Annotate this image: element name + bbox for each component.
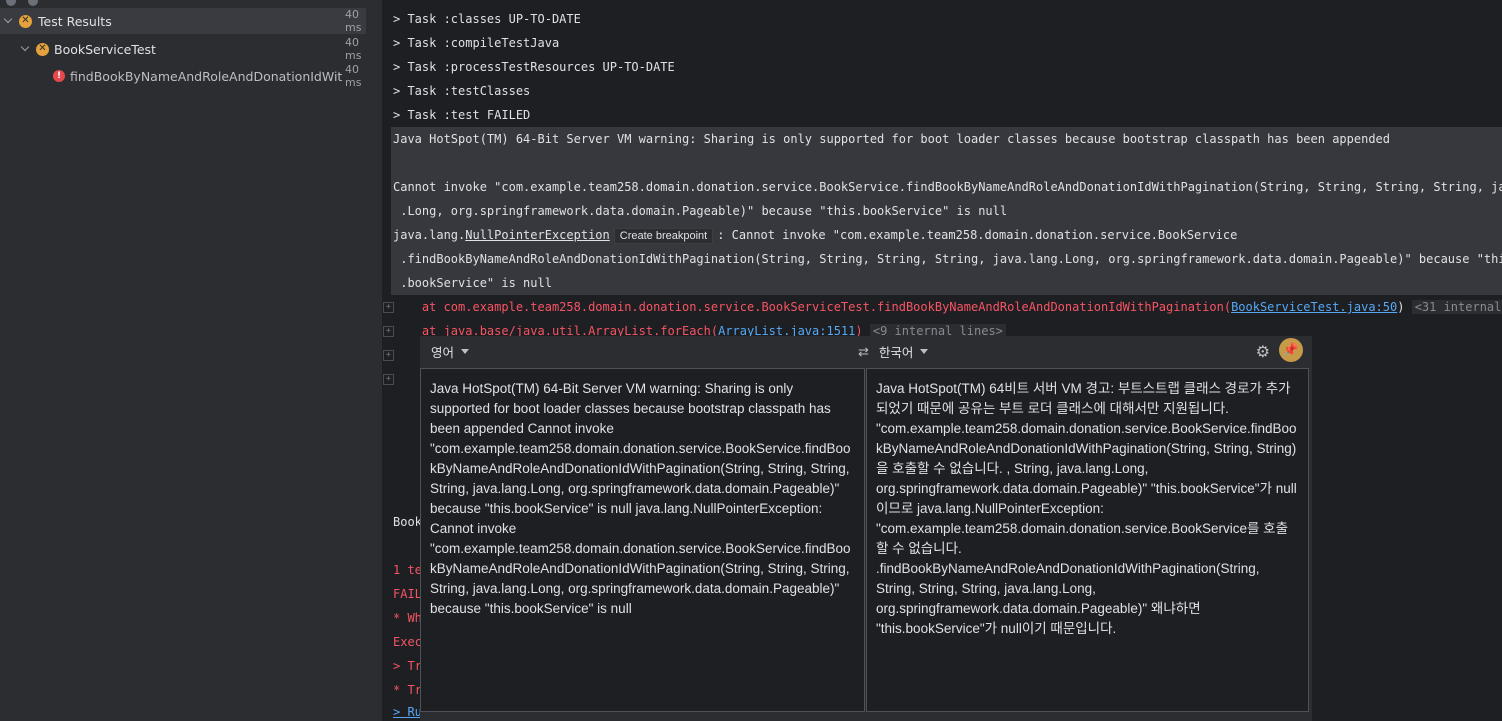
- target-language-label: 한국어: [878, 346, 914, 360]
- toolbar-strip: [0, 0, 382, 6]
- test-duration: 40 ms: [345, 8, 362, 34]
- console-line: 1 te: [393, 563, 422, 577]
- tree-row-test-method[interactable]: ! findBookByNameAndRoleAndDonationIdWith…: [0, 63, 361, 89]
- source-link[interactable]: BookServiceTest.java:50: [1231, 300, 1397, 314]
- console-line: * Tr: [393, 683, 422, 697]
- console-npe-line: java.lang.NullPointerException Create bre…: [393, 223, 1237, 247]
- toolbar-button[interactable]: [6, 0, 16, 6]
- console-line: > Task :classes UP-TO-DATE: [393, 12, 581, 26]
- chevron-down-icon: [461, 349, 470, 354]
- pin-icon[interactable]: 📌: [1279, 338, 1303, 362]
- stack-trace-line: at java.base/java.util.ArrayList.forEach…: [393, 319, 1006, 336]
- chevron-down-icon[interactable]: [3, 16, 13, 26]
- console-line: * Wh: [393, 611, 422, 625]
- tree-row-label: findBookByNameAndRoleAndDonationIdWithPa…: [70, 68, 342, 84]
- internal-lines-fold[interactable]: <31 internal lines: [1411, 300, 1502, 314]
- console-line: Exec: [393, 635, 422, 649]
- console-line: > Task :test FAILED: [393, 108, 531, 122]
- console-line[interactable]: > Ru: [393, 705, 422, 719]
- toolbar-button[interactable]: [28, 0, 38, 6]
- gear-icon[interactable]: ⚙: [1256, 342, 1270, 362]
- error-test-icon: !: [53, 70, 65, 82]
- failed-test-icon: ✕: [36, 42, 49, 56]
- tree-row-label: Test Results: [38, 13, 112, 29]
- swap-languages-icon[interactable]: ⇄: [858, 344, 869, 360]
- stack-frame: at com.example.team258.domain.donation.s…: [393, 300, 1232, 314]
- npe-suffix: : Cannot invoke "com.example.team258.dom…: [717, 228, 1238, 242]
- console-line: > Tr: [393, 659, 422, 673]
- console-line: .Long, org.springframework.data.domain.P…: [393, 204, 1008, 218]
- console-line: .findBookByNameAndRoleAndDonationIdWithP…: [393, 252, 1502, 266]
- stack-frame: at java.base/java.util.ArrayList.forEach…: [393, 324, 719, 336]
- tree-row-test-results[interactable]: ✕ Test Results 40 ms: [0, 8, 366, 34]
- chevron-down-icon[interactable]: [20, 44, 30, 54]
- console-line: > Task :processTestResources UP-TO-DATE: [393, 60, 675, 74]
- fold-toggle-icon[interactable]: +: [383, 374, 394, 385]
- source-link[interactable]: ArrayList.java:1511: [718, 324, 855, 336]
- console-line: .bookService" is null: [393, 276, 552, 290]
- console-line: FAIL: [393, 587, 422, 601]
- console-warning-line: Java HotSpot(TM) 64-Bit Server VM warnin…: [393, 132, 1390, 146]
- translator-popup: 영어 ⇄ 한국어 ⚙ 📌 Java HotSpot(TM) 64-Bit Ser…: [420, 336, 1312, 721]
- console-line: Book: [393, 515, 422, 529]
- source-language-label: 영어: [431, 346, 455, 360]
- create-breakpoint-tooltip[interactable]: Create breakpoint: [613, 228, 714, 244]
- tree-row-bookservicetest[interactable]: ✕ BookServiceTest 40 ms: [0, 36, 361, 62]
- failed-test-icon: ✕: [19, 14, 32, 28]
- translated-text-area[interactable]: Java HotSpot(TM) 64비트 서버 VM 경고: 부트스트랩 클래…: [866, 368, 1309, 712]
- source-text-area[interactable]: Java HotSpot(TM) 64-Bit Server VM warnin…: [420, 368, 865, 712]
- console-line: Cannot invoke "com.example.team258.domai…: [393, 180, 1502, 194]
- source-language-select[interactable]: 영어: [431, 342, 470, 361]
- console-line: > Task :compileTestJava: [393, 36, 560, 50]
- tree-row-label: BookServiceTest: [54, 41, 156, 57]
- internal-lines-fold[interactable]: <9 internal lines>: [869, 324, 1006, 336]
- console-line: > Task :testClasses: [393, 84, 531, 98]
- chevron-down-icon: [920, 349, 929, 354]
- fold-toggle-icon[interactable]: +: [383, 350, 394, 361]
- npe-prefix: java.lang.: [393, 228, 466, 242]
- npe-link[interactable]: NullPointerException: [465, 228, 610, 242]
- test-duration: 40 ms: [345, 36, 362, 62]
- test-duration: 40 ms: [345, 63, 362, 89]
- stack-trace-line: at com.example.team258.domain.donation.s…: [393, 295, 1502, 319]
- target-language-select[interactable]: ⇄ 한국어: [858, 342, 929, 361]
- test-results-panel: ✕ Test Results 40 ms ✕ BookServiceTest 4…: [0, 0, 382, 721]
